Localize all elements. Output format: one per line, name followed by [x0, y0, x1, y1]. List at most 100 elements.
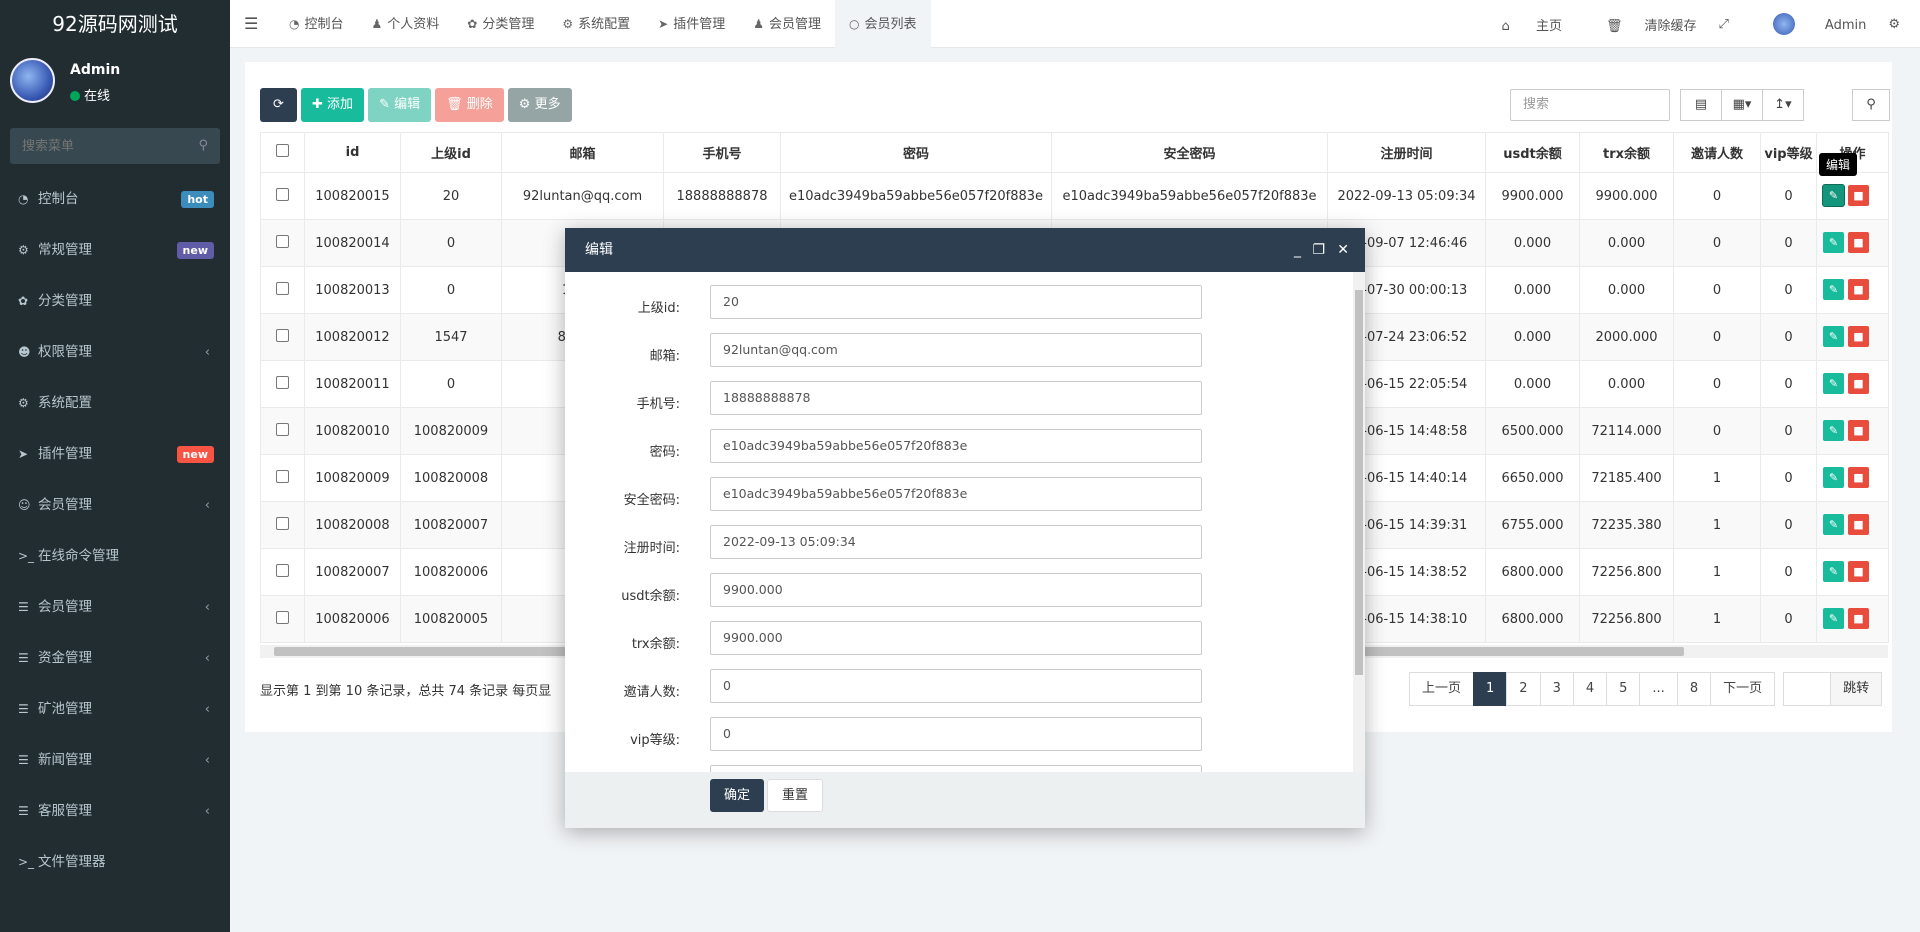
edit-row-button[interactable]: ✎ [1823, 279, 1844, 300]
reset-button[interactable]: 重置 [767, 779, 824, 812]
field-input[interactable]: 92luntan@qq.com [710, 333, 1202, 367]
col-header[interactable]: 手机号 [663, 132, 781, 173]
edit-row-button[interactable]: ✎ [1823, 467, 1844, 488]
row-checkbox[interactable] [260, 360, 305, 408]
delete-row-button[interactable]: ■ [1848, 232, 1869, 253]
delete-row-button[interactable]: ■ [1848, 279, 1869, 300]
row-checkbox[interactable] [260, 219, 305, 267]
edit-row-button[interactable]: ✎ [1823, 185, 1844, 206]
field-input[interactable]: 2022-09-13 05:09:34 [710, 525, 1202, 559]
edit-row-button[interactable]: ✎ [1823, 232, 1844, 253]
row-checkbox[interactable] [260, 501, 305, 549]
minimize-icon[interactable]: _ [1294, 228, 1301, 272]
tab-addon[interactable]: ➤ 插件管理 [644, 0, 739, 48]
vertical-scrollbar[interactable] [1353, 272, 1365, 772]
field-input[interactable]: 9900.000 [710, 621, 1202, 655]
row-checkbox[interactable] [260, 172, 305, 220]
sidebar-item-addon[interactable]: ➤ 插件管理 new [0, 429, 230, 480]
home-link[interactable]: ⌂ 主页 [1480, 15, 1562, 34]
delete-row-button[interactable]: ■ [1848, 608, 1869, 629]
row-checkbox[interactable] [260, 595, 305, 643]
col-header[interactable]: 上级id [400, 132, 502, 173]
tab-member-list[interactable]: ○ 会员列表 [835, 0, 931, 48]
sidebar-item-fund[interactable]: ☰ 资金管理 ‹ [0, 633, 230, 684]
row-checkbox[interactable] [260, 548, 305, 596]
sidebar-item-dashboard[interactable]: ◔ 控制台 hot [0, 174, 230, 225]
edit-button[interactable]: ✎ 编辑 [368, 88, 432, 122]
sidebar-item-news[interactable]: ☰ 新闻管理 ‹ [0, 735, 230, 786]
export-icon[interactable]: ↥▾ [1762, 89, 1804, 121]
col-header[interactable]: 安全密码 [1051, 132, 1328, 173]
delete-row-button[interactable]: ■ [1848, 373, 1869, 394]
more-button[interactable]: ⚙ 更多 [507, 88, 572, 122]
scrollbar-thumb[interactable] [1355, 290, 1363, 675]
tab-category[interactable]: ✿ 分类管理 [453, 0, 548, 48]
field-input[interactable]: 9900.000 [710, 573, 1202, 607]
sidebar-item-command[interactable]: >_ 在线命令管理 [0, 531, 230, 582]
tab-member[interactable]: ♟ 会员管理 [739, 0, 835, 48]
tab-dashboard[interactable]: ◔ 控制台 [275, 0, 358, 48]
edit-row-button[interactable]: ✎ [1823, 608, 1844, 629]
delete-button[interactable]: 🗑 删除 [435, 88, 504, 122]
sidebar-item-member[interactable]: ☺ 会员管理 ‹ [0, 480, 230, 531]
edit-row-button[interactable]: ✎ [1823, 514, 1844, 535]
page-button[interactable]: 4 [1572, 672, 1608, 706]
col-header[interactable]: 注册时间 [1327, 132, 1486, 173]
delete-row-button[interactable]: ■ [1848, 514, 1869, 535]
refresh-button[interactable]: ⟳ [260, 88, 297, 122]
edit-row-button[interactable]: ✎ [1823, 420, 1844, 441]
add-button[interactable]: ✚ 添加 [301, 88, 365, 122]
search-icon[interactable]: ⚲ [1852, 89, 1890, 121]
row-checkbox[interactable] [260, 313, 305, 361]
field-input[interactable]: 18888888878 [710, 381, 1202, 415]
sidebar-item-category[interactable]: ✿ 分类管理 [0, 276, 230, 327]
maximize-icon[interactable]: ❐ [1312, 228, 1325, 272]
row-checkbox[interactable] [260, 407, 305, 455]
sidebar-item-auth[interactable]: ☻ 权限管理 ‹ [0, 327, 230, 378]
edit-row-button[interactable]: ✎ [1823, 326, 1844, 347]
columns-icon[interactable]: ▦▾ [1721, 89, 1763, 121]
col-header[interactable]: 邮箱 [501, 132, 664, 173]
table-search-input[interactable]: 搜索 [1510, 89, 1670, 121]
field-input[interactable]: e10adc3949ba59abbe56e057f20f883e [710, 477, 1202, 511]
sidebar-item-config[interactable]: ⚙ 系统配置 [0, 378, 230, 429]
field-input[interactable]: e10adc3949ba59abbe56e057f20f883e [710, 429, 1202, 463]
close-icon[interactable]: ✕ [1337, 228, 1349, 272]
page-button[interactable]: 3 [1539, 672, 1574, 706]
page-jump-input[interactable] [1783, 672, 1832, 706]
field-input[interactable]: 0 [710, 717, 1202, 751]
clear-cache-link[interactable]: 🗑 清除缓存 [1584, 15, 1697, 34]
sidebar-item-service[interactable]: ☰ 客服管理 ‹ [0, 786, 230, 837]
delete-row-button[interactable]: ■ [1848, 420, 1869, 441]
sidebar-search-input[interactable] [10, 128, 220, 164]
page-button[interactable]: 2 [1506, 672, 1541, 706]
admin-menu[interactable]: Admin [1751, 13, 1866, 35]
edit-row-button[interactable]: ✎ [1823, 561, 1844, 582]
menu-toggle-icon[interactable]: ☰ [244, 14, 258, 33]
field-input[interactable]: 0 [710, 669, 1202, 703]
fullscreen-icon[interactable]: ⤢ [1719, 17, 1729, 32]
col-header[interactable]: vip等级 [1760, 132, 1817, 173]
sidebar-item-general[interactable]: ⚙ 常规管理 new [0, 225, 230, 276]
row-checkbox[interactable] [260, 454, 305, 502]
col-header[interactable]: id [304, 132, 401, 173]
settings-icon[interactable]: ⚙ [1888, 17, 1900, 32]
app-logo-title[interactable]: 92源码网测试 [0, 0, 230, 48]
next-page-button[interactable]: 下一页 [1710, 672, 1776, 706]
field-input[interactable] [710, 765, 1202, 772]
sidebar-item-files[interactable]: >_ 文件管理器 [0, 837, 230, 888]
toggle-view-icon[interactable]: ▤ [1680, 89, 1722, 121]
col-header[interactable]: trx余额 [1579, 132, 1674, 173]
page-button[interactable]: 8 [1676, 672, 1712, 706]
col-header[interactable]: 密码 [780, 132, 1052, 173]
search-icon[interactable]: ⚲ [198, 138, 208, 153]
tab-config[interactable]: ⚙ 系统配置 [548, 0, 644, 48]
tab-profile[interactable]: ♟ 个人资料 [358, 0, 454, 48]
field-input[interactable]: 20 [710, 285, 1202, 319]
table-row[interactable]: 100820015 20 92luntan@qq.com 18888888878 e10… [260, 172, 1889, 220]
prev-page-button[interactable]: 上一页 [1409, 672, 1475, 706]
select-all-checkbox[interactable] [260, 132, 305, 173]
col-header[interactable]: usdt余额 [1485, 132, 1580, 173]
page-button[interactable]: 1 [1473, 672, 1508, 706]
delete-row-button[interactable]: ■ [1848, 467, 1869, 488]
